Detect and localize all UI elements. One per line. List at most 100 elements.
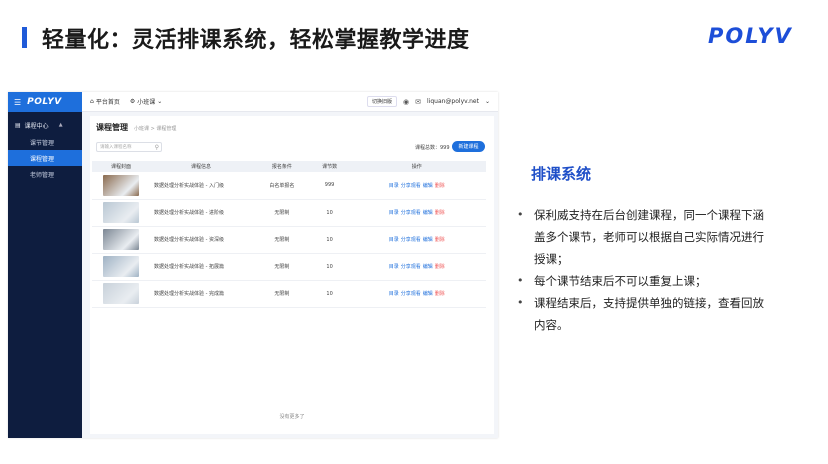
- op-share-link[interactable]: 分享观看: [401, 264, 421, 270]
- search-icon[interactable]: ⚲: [155, 144, 159, 151]
- signup-condition: 无限制: [274, 210, 290, 216]
- op-share-link[interactable]: 分享观看: [401, 210, 421, 216]
- cover-cell: [92, 199, 150, 226]
- col-lessons: 课节数: [322, 164, 338, 170]
- class-selector-label: 小班课: [137, 99, 156, 106]
- sidebar-item-courses[interactable]: 课程管理: [8, 150, 82, 166]
- op-share-link[interactable]: 分享观看: [401, 291, 421, 297]
- page-title: 课程管理: [96, 123, 128, 132]
- signup-condition: 无限制: [274, 264, 290, 270]
- course-info: 数据处理分析实战体验 - 完成篇: [154, 291, 224, 297]
- hamburger-icon[interactable]: ☰: [14, 98, 21, 107]
- table-row: 数据处理分析实战体验 - 拓展篇 无限制 10 目录 分享观看 编辑 删除: [92, 253, 486, 280]
- course-info: 数据处理分析实战体验 - 进阶级: [154, 210, 224, 216]
- course-info: 数据处理分析实战体验 - 资深级: [154, 237, 224, 243]
- course-info: 数据处理分析实战体验 - 拓展篇: [154, 264, 224, 270]
- cover-cell: [92, 172, 150, 199]
- ops-cell: 目录 分享观看 编辑 删除: [347, 253, 486, 280]
- topbar: ⌂ 平台首页 ⚙ 小班课 ⌄ 切换旧版 ◉ ✉ liquan@polyv.net…: [82, 92, 498, 112]
- chevron-down-icon[interactable]: ⌄: [485, 98, 490, 105]
- signup-condition: 无限制: [274, 237, 290, 243]
- home-icon: ⌂: [90, 98, 94, 105]
- search-input[interactable]: 请输入课程名称 ⚲: [96, 142, 162, 152]
- lesson-count: 10: [326, 263, 333, 270]
- course-cover-image: [103, 256, 139, 277]
- bullet-item: 每个课节结束后不可以重复上课；: [516, 270, 766, 292]
- bullet-item: 课程结束后，支持提供单独的链接，查看回放内容。: [516, 292, 766, 336]
- cover-cell: [92, 253, 150, 280]
- bullet-item: 保利威支持在后台创建课程，同一个课程下涵盖多个课节，老师可以根据自己实际情况进行…: [516, 204, 766, 270]
- chevron-up-icon: ▲: [58, 122, 63, 128]
- ops-cell: 目录 分享观看 编辑 删除: [347, 172, 486, 199]
- no-more-text: 没有更多了: [279, 414, 305, 420]
- gear-icon: ⚙: [129, 98, 136, 105]
- table-header-row: 课程封面 课程信息 报名条件 课节数 操作: [92, 161, 486, 172]
- op-share-link[interactable]: 分享观看: [401, 237, 421, 243]
- app-screenshot: ☰ POLYV ▤ 课程中心 ▲ 课节管理 课程管理 老师管理 ⌂ 平台首页 ⚙…: [8, 92, 498, 438]
- lesson-count: 10: [326, 236, 333, 243]
- title-accent-bar: [22, 27, 27, 48]
- op-catalog-link[interactable]: 目录: [389, 291, 399, 297]
- ops-cell: 目录 分享观看 编辑 删除: [347, 226, 486, 253]
- op-edit-link[interactable]: 编辑: [423, 210, 433, 216]
- help-icon[interactable]: ◉: [403, 98, 409, 106]
- op-share-link[interactable]: 分享观看: [401, 183, 421, 189]
- signup-condition: 白名单报名: [269, 182, 295, 189]
- op-delete-link[interactable]: 删除: [435, 210, 445, 216]
- course-cover-image: [103, 283, 139, 304]
- sidebar: ☰ POLYV ▤ 课程中心 ▲ 课节管理 课程管理 老师管理: [8, 92, 82, 438]
- table-row: 数据处理分析实战体验 - 进阶级 无限制 10 目录 分享观看 编辑 删除: [92, 199, 486, 226]
- op-edit-link[interactable]: 编辑: [423, 264, 433, 270]
- col-info: 课程信息: [190, 164, 211, 170]
- section-title: 排课系统: [531, 165, 592, 183]
- course-cover-image: [103, 202, 139, 223]
- op-edit-link[interactable]: 编辑: [423, 237, 433, 243]
- class-selector[interactable]: ⚙ 小班课 ⌄: [130, 97, 162, 106]
- lesson-count: 10: [326, 290, 333, 297]
- slide-title: 轻量化：灵活排课系统，轻松掌握教学进度: [42, 28, 470, 53]
- ops-cell: 目录 分享观看 编辑 删除: [347, 280, 486, 307]
- table-row: 数据处理分析实战体验 - 入门级 白名单报名 999 目录 分享观看 编辑 删除: [92, 172, 486, 199]
- lesson-count: 999: [324, 182, 335, 189]
- op-edit-link[interactable]: 编辑: [423, 183, 433, 189]
- search-placeholder: 请输入课程名称: [100, 145, 132, 150]
- sidebar-item-teachers[interactable]: 老师管理: [8, 166, 82, 182]
- op-catalog-link[interactable]: 目录: [389, 210, 399, 216]
- cover-cell: [92, 280, 150, 307]
- course-info: 数据处理分析实战体验 - 入门级: [154, 182, 224, 189]
- sidebar-group-label: 课程中心: [24, 122, 49, 130]
- op-delete-link[interactable]: 删除: [435, 264, 445, 270]
- sidebar-item-lessons[interactable]: 课节管理: [8, 134, 82, 150]
- feature-bullets: 保利威支持在后台创建课程，同一个课程下涵盖多个课节，老师可以根据自己实际情况进行…: [516, 204, 766, 336]
- new-course-button[interactable]: 新建课程: [452, 141, 485, 152]
- mail-icon[interactable]: ✉: [415, 98, 421, 106]
- sidebar-header: ☰ POLYV: [8, 92, 82, 112]
- sidebar-group-course-center[interactable]: ▤ 课程中心 ▲: [8, 116, 82, 134]
- course-total: 课程总数：999: [415, 145, 450, 151]
- signup-condition: 无限制: [274, 291, 290, 297]
- switch-old-version-button[interactable]: 切换旧版: [367, 96, 398, 107]
- breadcrumb: 小班课 > 课程管理: [134, 126, 177, 132]
- cover-cell: [92, 226, 150, 253]
- col-condition: 报名条件: [271, 164, 292, 170]
- op-delete-link[interactable]: 删除: [435, 237, 445, 243]
- op-catalog-link[interactable]: 目录: [389, 237, 399, 243]
- course-center-icon: ▤: [15, 121, 21, 129]
- course-panel: 课程管理 小班课 > 课程管理 请输入课程名称 ⚲ 课程总数：999 新建课程 …: [90, 116, 494, 434]
- op-delete-link[interactable]: 删除: [435, 183, 445, 189]
- col-cover: 课程封面: [110, 164, 131, 170]
- ops-cell: 目录 分享观看 编辑 删除: [347, 199, 486, 226]
- course-cover-image: [103, 229, 139, 250]
- platform-home-link[interactable]: ⌂ 平台首页: [90, 97, 120, 106]
- op-catalog-link[interactable]: 目录: [389, 264, 399, 270]
- op-catalog-link[interactable]: 目录: [389, 183, 399, 189]
- col-ops: 操作: [411, 164, 422, 170]
- table-row: 数据处理分析实战体验 - 完成篇 无限制 10 目录 分享观看 编辑 删除: [92, 280, 486, 307]
- brand-logo: POLYV: [708, 24, 793, 48]
- user-email[interactable]: liquan@polyv.net: [427, 98, 479, 105]
- op-edit-link[interactable]: 编辑: [423, 291, 433, 297]
- course-table: 课程封面 课程信息 报名条件 课节数 操作 数据处理分析实战体验 - 入门级 白名…: [92, 161, 486, 308]
- sidebar-logo: POLYV: [27, 97, 62, 107]
- chevron-down-icon: ⌄: [157, 98, 163, 105]
- op-delete-link[interactable]: 删除: [435, 291, 445, 297]
